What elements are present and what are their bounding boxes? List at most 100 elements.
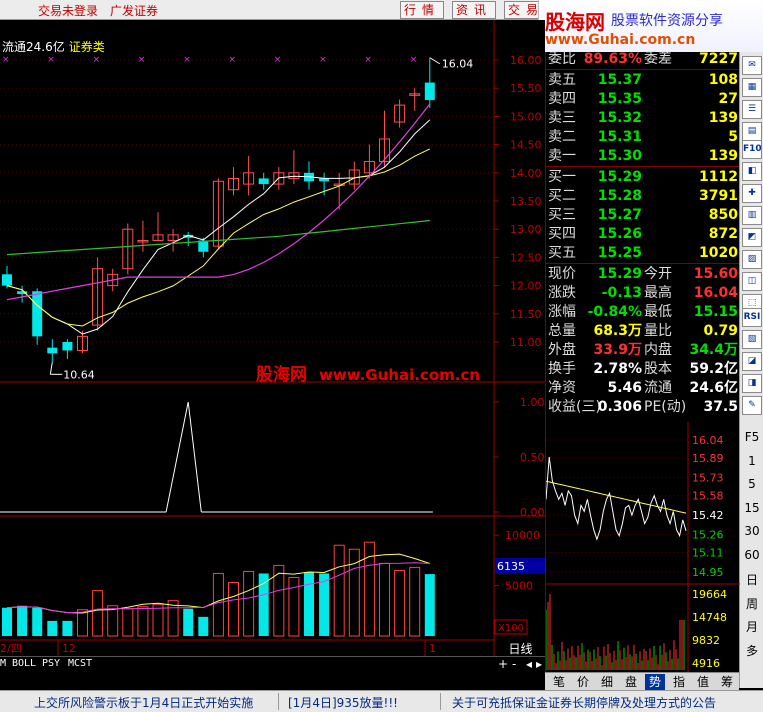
tool-icon[interactable]: ▧ [742,330,762,349]
period-button[interactable]: 多 [740,642,763,659]
bid-row: 买五 15.25 1020 [546,244,740,263]
intraday-chart[interactable]: 16.04 15.89 15.73 15.58 15.42 15.26 15.11 14.95… [546,422,740,672]
tool-icon[interactable]: ▨ [742,250,762,269]
stat-value: 2.78% [593,361,642,377]
login-status-link[interactable]: 交易未登录 [38,2,98,19]
volume-bar [304,572,314,636]
tool-icon[interactable]: ▥ [742,206,762,225]
period-button[interactable]: 5 [740,477,763,491]
news-ticker-1[interactable]: 上交所风险警示板于1月4日正式开始实施 [34,694,253,711]
bid-label: 买四 [548,226,576,242]
price-axis-label: 13.50 [510,195,542,208]
stat-label: 流通 [644,380,672,396]
tool-icon[interactable]: ▦ [742,78,762,97]
bid-row: 买四 15.26 872 [546,225,740,244]
brand-logo: 股海网 [545,10,605,34]
kline-chart-area[interactable]: 16.00 15.50 15.00 14.50 14.00 13.50 13.00 12.50… [0,20,545,656]
zoom-out-button[interactable]: - [512,657,516,671]
intraday-price-label: 15.11 [692,547,724,560]
kline-chart[interactable]: 16.00 15.50 15.00 14.50 14.00 13.50 13.00 12.50… [0,20,545,656]
tool-icon[interactable]: ◧ [742,162,762,181]
indicator-axis-label: 1.00 [520,396,545,409]
intraday-tab[interactable]: 指 [669,674,689,690]
order-ratio-row: 委比 89.63% 委差 7227 [546,50,740,69]
signal-marker: × [2,55,10,65]
scroll-right-button[interactable]: ▸ [536,657,542,671]
period-button[interactable]: 30 [740,524,763,538]
indicator-tab-mcst[interactable]: MCST [68,658,92,669]
stat-value: 37.5 [703,399,738,415]
intraday-tab[interactable]: 价 [573,674,593,690]
indicator-tab-psy[interactable]: PSY [42,658,60,669]
bid-price: 15.29 [597,169,642,185]
broker-link[interactable]: 广发证券 [110,2,158,19]
intraday-tab[interactable]: 筹 [717,674,737,690]
intraday-tab[interactable]: 盘 [621,674,641,690]
ask-label: 卖一 [548,148,576,164]
volume-bar [2,607,12,636]
tool-icon[interactable]: ▤ [742,122,762,141]
candle-body [32,291,43,337]
ask-row: 卖五 15.37 108 [546,71,740,90]
ask-row: 卖一 15.30 139 [546,147,740,166]
period-button[interactable]: 1 [740,454,763,468]
price-axis-label: 12.00 [510,280,542,293]
intraday-price-label: 15.42 [692,509,724,522]
volume-bar [32,607,43,636]
chart-header: 流通24.6亿 证券类 [2,38,105,55]
period-button[interactable]: 月 [740,618,763,635]
stat-value: 68.3万 [593,323,642,339]
stat-value: 34.4万 [689,342,738,358]
divider [546,166,740,167]
tool-icon[interactable]: ◨ [742,374,762,393]
tool-icon[interactable]: ◫ [742,272,762,291]
news-button[interactable]: 资讯 [452,1,496,19]
stat-label: 收益(三) [548,399,601,415]
intraday-tab[interactable]: 势 [645,674,665,690]
zoom-in-button[interactable]: + [498,657,508,671]
quotes-button[interactable]: 行情 [400,1,444,19]
news-ticker-3[interactable]: 关于可充抵保证金证券长期停牌及处理方式的公告 [452,694,716,711]
bid-label: 买三 [548,207,576,223]
tool-icon[interactable]: ✚ [742,184,762,203]
indicator-tab-m[interactable]: M [0,658,6,669]
period-label[interactable]: 日线 [498,640,543,656]
stat-value: 5.46 [607,380,642,396]
volume-bar [17,605,28,636]
price-axis-label: 12.50 [510,251,542,264]
order-diff-label: 委差 [644,51,672,67]
f10-button[interactable]: F10 [742,140,762,159]
indicator-tab-boll[interactable]: BOLL [12,658,36,669]
intraday-chart-area[interactable]: 16.04 15.89 15.73 15.58 15.42 15.26 15.11 14.95… [545,422,740,672]
intraday-tab[interactable]: 细 [597,674,617,690]
volume-bar [107,605,119,637]
rsi-button[interactable]: RSI [742,308,762,327]
intraday-price-label: 15.89 [692,452,724,465]
order-diff-value: 7227 [699,51,738,67]
period-button[interactable]: 15 [740,501,763,515]
divider [546,263,740,264]
ask-price: 15.35 [597,91,642,107]
stat-value: 24.6亿 [689,380,738,396]
tool-icon[interactable]: ✉ [742,56,762,75]
tool-icon[interactable]: ◪ [742,352,762,371]
tool-icon[interactable]: ✎ [742,396,762,415]
period-button[interactable]: 周 [740,595,763,612]
period-button[interactable]: F5 [740,430,763,444]
tool-icon[interactable]: ◩ [742,228,762,247]
brand-url: www.Guhai.com.cn [545,32,696,48]
intraday-price-label: 15.58 [692,490,724,503]
signal-marker: × [364,55,372,65]
intraday-tab[interactable]: 值 [693,674,713,690]
intraday-tab[interactable]: 笔 [549,674,569,690]
volume-bar [122,608,134,637]
news-ticker-2[interactable]: [1月4日]935放量!!! [288,694,398,711]
period-button[interactable]: 60 [740,548,763,562]
intraday-price-label: 14.95 [692,566,724,579]
indicator-bar: M BOLL PSY MCST + - ◂ ▸ [0,656,545,672]
period-button[interactable]: 日 [740,571,763,588]
scroll-left-button[interactable]: ◂ [526,657,532,671]
stat-row: 净资 5.46 流通 24.6亿 [546,379,740,398]
tool-icon[interactable]: ☰ [742,100,762,119]
volume-bar [333,544,345,637]
